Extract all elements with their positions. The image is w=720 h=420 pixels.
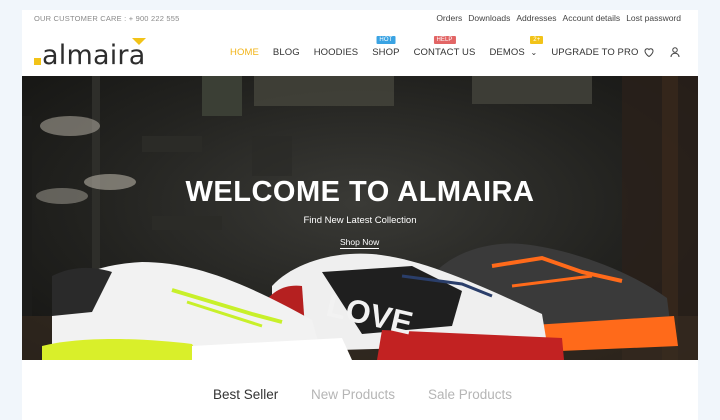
shop-now-button[interactable]: Shop Now — [340, 237, 380, 249]
top-bar: OUR CUSTOMER CARE : + 900 222 555 Orders… — [22, 10, 698, 30]
hero-banner: WELCOME TO ALMAIRA Find New Latest Colle… — [22, 76, 698, 360]
count-badge: 2+ — [530, 36, 544, 44]
nav-item-blog[interactable]: BLOG — [273, 47, 300, 58]
product-tabs: Best Seller New Products Sale Products — [22, 385, 698, 409]
lost-password-link[interactable]: Lost password — [626, 13, 681, 23]
nav-item-demos[interactable]: 2+ DEMOS ⌄ — [489, 36, 544, 58]
nav-item-contact[interactable]: HELP CONTACT US — [413, 36, 476, 58]
logo-triangle-mark — [132, 38, 146, 45]
downloads-link[interactable]: Downloads — [468, 13, 510, 23]
hero-title: WELCOME TO ALMAIRA — [185, 176, 535, 208]
customer-care-text: OUR CUSTOMER CARE : + 900 222 555 — [34, 14, 180, 23]
account-links: Orders Downloads Addresses Account detai… — [436, 13, 681, 23]
help-badge: HELP — [433, 36, 456, 44]
nav-item-shop[interactable]: HOT SHOP — [372, 36, 400, 58]
logo-square-mark — [34, 58, 41, 65]
chevron-down-icon: ⌄ — [530, 48, 538, 57]
tab-best-seller[interactable]: Best Seller — [213, 387, 278, 402]
main-navigation: HOME BLOG HOODIES HOT SHOP HELP CONTACT … — [230, 36, 652, 58]
orders-link[interactable]: Orders — [436, 13, 462, 23]
addresses-link[interactable]: Addresses — [516, 13, 556, 23]
hot-badge: HOT — [376, 36, 396, 44]
site-logo[interactable]: almaira — [34, 38, 146, 71]
account-details-link[interactable]: Account details — [563, 13, 621, 23]
nav-label-blog: BLOG — [272, 47, 300, 58]
nav-item-home[interactable]: HOME — [230, 47, 259, 58]
page-frame: OUR CUSTOMER CARE : + 900 222 555 Orders… — [22, 10, 698, 420]
tab-sale-products[interactable]: Sale Products — [428, 387, 512, 402]
main-header: almaira HOME BLOG HOODIES HOT SHOP HELP … — [22, 32, 698, 76]
nav-label-shop: SHOP — [372, 47, 400, 58]
hero-subtitle: Find New Latest Collection — [303, 215, 417, 226]
nav-label-home: HOME — [230, 47, 259, 58]
heart-icon[interactable] — [643, 45, 655, 58]
logo-text: almaira — [42, 40, 146, 71]
nav-label-contact: CONTACT US — [413, 47, 476, 58]
user-icon[interactable] — [669, 45, 681, 58]
nav-label-upgrade: UPGRADE TO PRO — [551, 47, 639, 58]
nav-item-upgrade[interactable]: UPGRADE TO PRO — [551, 47, 638, 58]
header-icons — [643, 45, 681, 58]
tab-new-products[interactable]: New Products — [311, 387, 395, 402]
nav-label-demos: DEMOS — [489, 47, 525, 58]
nav-label-hoodies: HOODIES — [313, 47, 359, 58]
nav-item-hoodies[interactable]: HOODIES — [314, 47, 359, 58]
